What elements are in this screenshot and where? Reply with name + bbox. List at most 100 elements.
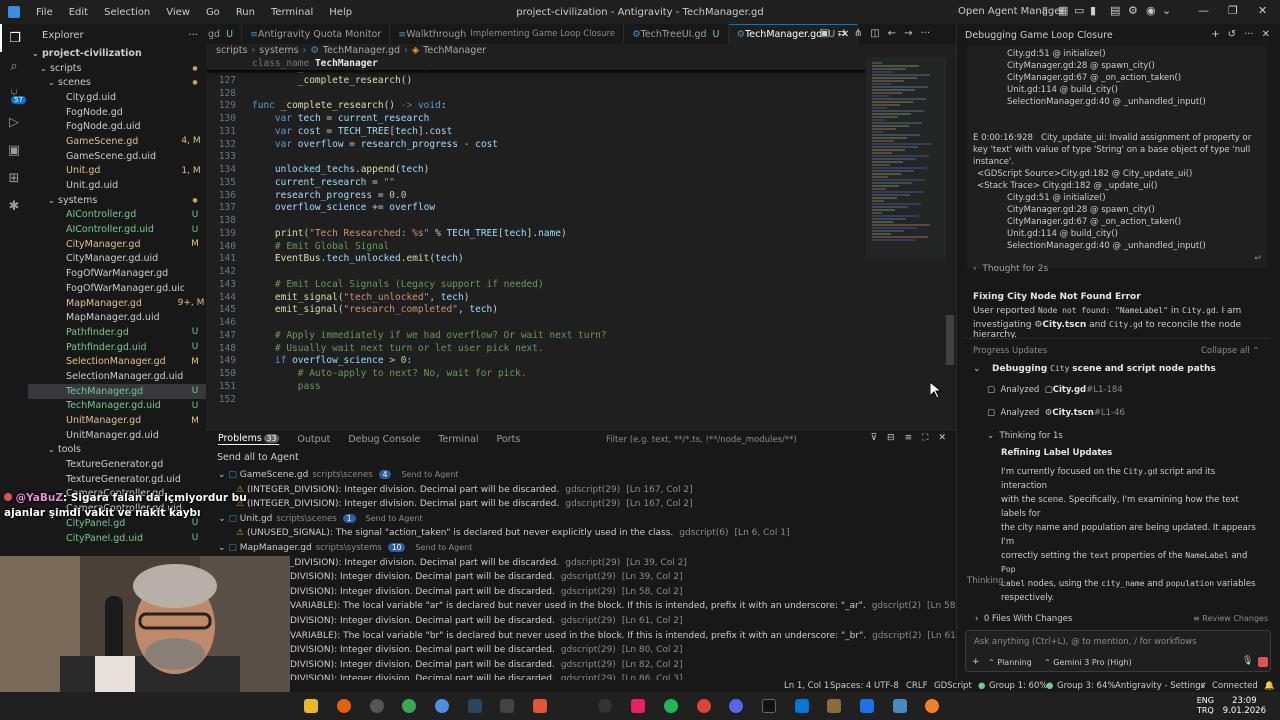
split-editor-icon[interactable]: ◫ — [870, 28, 879, 39]
file-item[interactable]: Pathfinder.gd U — [28, 325, 206, 340]
menu-item-help[interactable]: Help — [321, 7, 360, 18]
file-item[interactable]: AIController.gd U — [28, 208, 206, 223]
review-changes-button[interactable]: ≡ Review Changes — [1193, 614, 1268, 623]
app-icon[interactable] — [533, 699, 547, 713]
quota-group-3[interactable]: Group 3: 64% — [1057, 680, 1115, 692]
file-item[interactable]: GameScene.gd.uid — [28, 149, 206, 164]
thought-toggle[interactable]: › Thought for 2s — [973, 264, 1048, 274]
file-item[interactable]: CityManager.gd.uid — [28, 252, 206, 267]
undo-icon[interactable]: ↩ — [1254, 251, 1261, 264]
menu-item-selection[interactable]: Selection — [96, 7, 158, 18]
app-icon[interactable] — [827, 699, 841, 713]
language-indicator[interactable]: ENG TRQ — [1197, 696, 1214, 716]
send-all-to-agent-button[interactable]: Send all to Agent — [217, 452, 299, 463]
godot-icon[interactable] — [893, 699, 907, 713]
file-link[interactable]: City.tscn — [1042, 320, 1086, 330]
accounts-icon[interactable]: ◉ — [1146, 4, 1156, 17]
file-item[interactable]: FogNode.gd — [28, 105, 206, 120]
filter-icon[interactable]: ⊽ — [870, 433, 877, 443]
minimap[interactable] — [866, 57, 946, 429]
file-item[interactable]: TechManager.gd.uid U — [28, 399, 206, 414]
more-actions-icon[interactable]: ··· — [920, 28, 930, 39]
problem-item[interactable]: ⚠ (UNUSED_SIGNAL): The signal "action_ta… — [206, 526, 956, 541]
files-with-changes[interactable]: › 0 Files With Changes — [975, 614, 1072, 624]
file-item[interactable]: FogNode.gd.uid — [28, 119, 206, 134]
mode-dropdown[interactable]: ⌃ Planning — [988, 658, 1032, 667]
minimize-icon[interactable]: — — [1198, 4, 1209, 17]
breadcrumb-item[interactable]: scripts — [216, 45, 247, 56]
menu-item-edit[interactable]: Edit — [61, 7, 96, 18]
file-item[interactable]: SelectionManager.gd.uid — [28, 369, 206, 384]
taskbar-clock[interactable]: 23:09 9.01.2026 — [1223, 696, 1266, 716]
problem-item[interactable]: DIVISION): Integer division. Decimal par… — [206, 570, 956, 585]
layout-sidebar-icon[interactable]: ▯ — [1042, 4, 1048, 17]
collapse-all-icon[interactable]: ⊟ — [887, 433, 895, 443]
folder-item[interactable]: ⌄ scripts ● — [28, 61, 206, 76]
editor-tab[interactable]: ⚙ TechTreeUI.gd U — [624, 24, 729, 44]
folder-item[interactable]: ⌄ tools — [28, 443, 206, 458]
close-panel-icon[interactable]: ✕ — [938, 433, 946, 443]
analyzed-item[interactable]: ▢ Analyzed ▢City.gd#L1-184 — [987, 385, 1123, 395]
vscode-icon[interactable] — [795, 699, 809, 713]
explorer-icon[interactable]: ❐ — [0, 24, 28, 52]
diff-icon[interactable]: ⇄ — [837, 28, 845, 39]
source-icon[interactable]: ⋔ — [854, 28, 862, 39]
collapse-all-button[interactable]: Collapse all ⌃ — [1201, 346, 1260, 356]
file-item[interactable]: SelectionManager.gd M — [28, 354, 206, 369]
problem-file-group[interactable]: ⌄ ▢ Unit.gd scripts\scenes 1 Send to Agent — [206, 512, 956, 527]
file-explorer-icon[interactable] — [304, 699, 318, 713]
problems-filter-input[interactable]: Filter (e.g. text, **/*.ts, !**/node_mod… — [602, 433, 854, 447]
app-icon[interactable] — [631, 699, 645, 713]
obs-icon[interactable] — [370, 699, 384, 713]
menu-item-go[interactable]: Go — [198, 7, 228, 18]
file-item[interactable]: FogOfWarManager.gd — [28, 266, 206, 281]
editor-scrollbar[interactable] — [946, 315, 954, 365]
layout-grid-icon[interactable]: ▦ — [1058, 4, 1068, 17]
terminal-icon[interactable] — [762, 699, 776, 713]
cursor-position[interactable]: Ln 1, Col 1 — [784, 680, 829, 692]
task-item[interactable]: ⌄ Debugging City scene and script node p… — [973, 364, 1216, 374]
problem-item[interactable]: DIVISION): Integer division. Decimal par… — [206, 643, 956, 658]
more-actions-icon[interactable]: ··· — [188, 30, 198, 41]
folder-item[interactable]: ⌄ systems ● — [28, 193, 206, 208]
clock-app-icon[interactable] — [598, 699, 612, 713]
file-item[interactable]: Pathfinder.gd.uid U — [28, 340, 206, 355]
editor-tab[interactable]: ≡ Walkthrough Implementing Game Loop Clos… — [390, 24, 625, 44]
end-of-line[interactable]: CRLF — [906, 680, 927, 692]
file-item[interactable]: Unit.gd 1, M — [28, 164, 206, 179]
quota-group-1[interactable]: Group 1: 60% — [989, 680, 1047, 692]
send-to-agent-button[interactable]: Send to Agent — [415, 543, 472, 552]
close-icon[interactable]: ✕ — [1262, 29, 1270, 40]
code-editor[interactable]: 126func add_science(amount: float) -> vo… — [206, 57, 866, 429]
view-as-list-icon[interactable]: ≡ — [905, 433, 913, 443]
settings-link[interactable]: Antigravity - Settings — [1115, 680, 1205, 692]
extensions-icon[interactable]: ⊞ — [0, 164, 28, 192]
settings-gear-icon[interactable]: ⚙ — [1128, 4, 1138, 17]
problem-file-group[interactable]: ⌄ ▢ GameScene.gd scripts\scenes 4 Send to A… — [206, 468, 956, 483]
firefox-icon[interactable] — [337, 699, 351, 713]
tab-ports[interactable]: Ports — [496, 434, 520, 445]
maximize-panel-icon[interactable]: ⛶ — [922, 433, 928, 443]
model-dropdown[interactable]: ⌃ Gemini 3 Pro (High) — [1044, 658, 1132, 667]
tab-problems[interactable]: Problems 33 — [218, 433, 280, 445]
chrome-icon[interactable] — [697, 699, 711, 713]
file-item[interactable]: FogOfWarManager.gd.uid — [28, 281, 206, 296]
back-icon[interactable]: ← — [888, 28, 896, 39]
file-item[interactable]: MapManager.gd 9+, M — [28, 296, 206, 311]
problem-item[interactable]: ⚠ (INTEGER_DIVISION): Integer division. … — [206, 556, 956, 571]
file-link[interactable]: City.tscn — [1052, 408, 1093, 418]
tab-terminal[interactable]: Terminal — [438, 434, 478, 445]
file-item[interactable]: GameScene.gd 4, M — [28, 134, 206, 149]
language-mode[interactable]: GDScript — [934, 680, 972, 692]
file-item[interactable]: CityPanel.gd.uid U — [28, 531, 206, 546]
problem-item[interactable]: ⚠ (INTEGER_DIVISION): Integer division. … — [206, 483, 956, 498]
file-item[interactable]: AIController.gd.uid U — [28, 222, 206, 237]
breadcrumb-item[interactable]: TechManager.gd — [323, 45, 400, 56]
agent-chat-input[interactable]: Ask anything (Ctrl+L), @ to mention, / f… — [965, 630, 1271, 672]
indentation[interactable]: Spaces: 4 — [830, 680, 871, 692]
file-item[interactable]: UnitManager.gd M — [28, 413, 206, 428]
app-icon[interactable] — [435, 699, 449, 713]
problem-item[interactable]: ⚠ (INTEGER_DIVISION): Integer division. … — [206, 497, 956, 512]
problem-item[interactable]: DIVISION): Integer division. Decimal par… — [206, 658, 956, 673]
editor-tab[interactable]: ≡ Antigravity Quota Monitor — [242, 24, 391, 44]
